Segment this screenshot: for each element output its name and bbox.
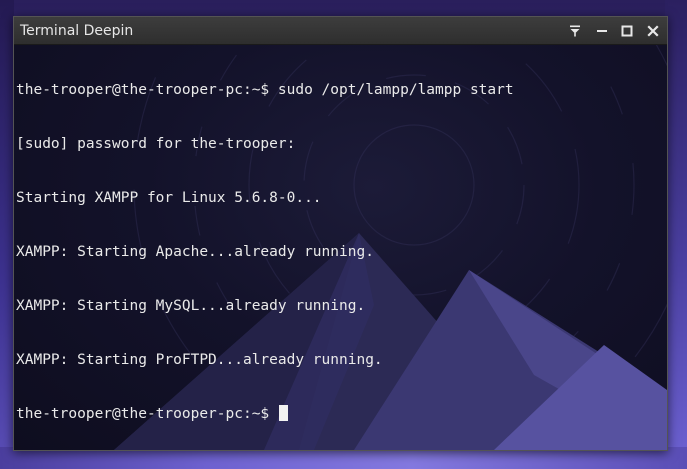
minimize-button[interactable] [589,17,615,44]
terminal-prompt-line[interactable]: the-trooper@the-trooper-pc:~$ [16,405,514,423]
pin-button[interactable] [562,17,588,44]
terminal-line: [sudo] password for the-trooper: [16,136,296,152]
terminal-line: XAMPP: Starting MySQL...already running. [16,298,366,314]
maximize-button[interactable] [614,17,640,44]
terminal-area[interactable]: the-trooper@the-trooper-pc:~$ sudo /opt/… [14,45,667,450]
prompt-text: the-trooper@the-trooper-pc:~$ [16,406,278,422]
terminal-line: the-trooper@the-trooper-pc:~$ sudo /opt/… [16,82,514,98]
terminal-line: Starting XAMPP for Linux 5.6.8-0... [16,190,322,206]
text-cursor [278,405,288,421]
minimize-icon [596,25,608,37]
wallpaper-right-strip [665,0,687,469]
terminal-output: the-trooper@the-trooper-pc:~$ sudo /opt/… [16,45,514,450]
desktop-wallpaper: Terminal Deepin the-trooper@the-trooper-… [0,0,687,469]
close-icon [647,24,659,37]
terminal-line: XAMPP: Starting ProFTPD...already runnin… [16,352,383,368]
pin-icon [569,25,581,37]
close-button[interactable] [640,17,666,44]
terminal-window[interactable]: Terminal Deepin the-trooper@the-trooper-… [13,16,668,451]
window-title: Terminal Deepin [20,23,134,39]
terminal-line: XAMPP: Starting Apache...already running… [16,244,374,260]
wallpaper-left-strip [0,0,14,469]
title-bar[interactable]: Terminal Deepin [14,17,667,45]
maximize-icon [621,25,633,37]
